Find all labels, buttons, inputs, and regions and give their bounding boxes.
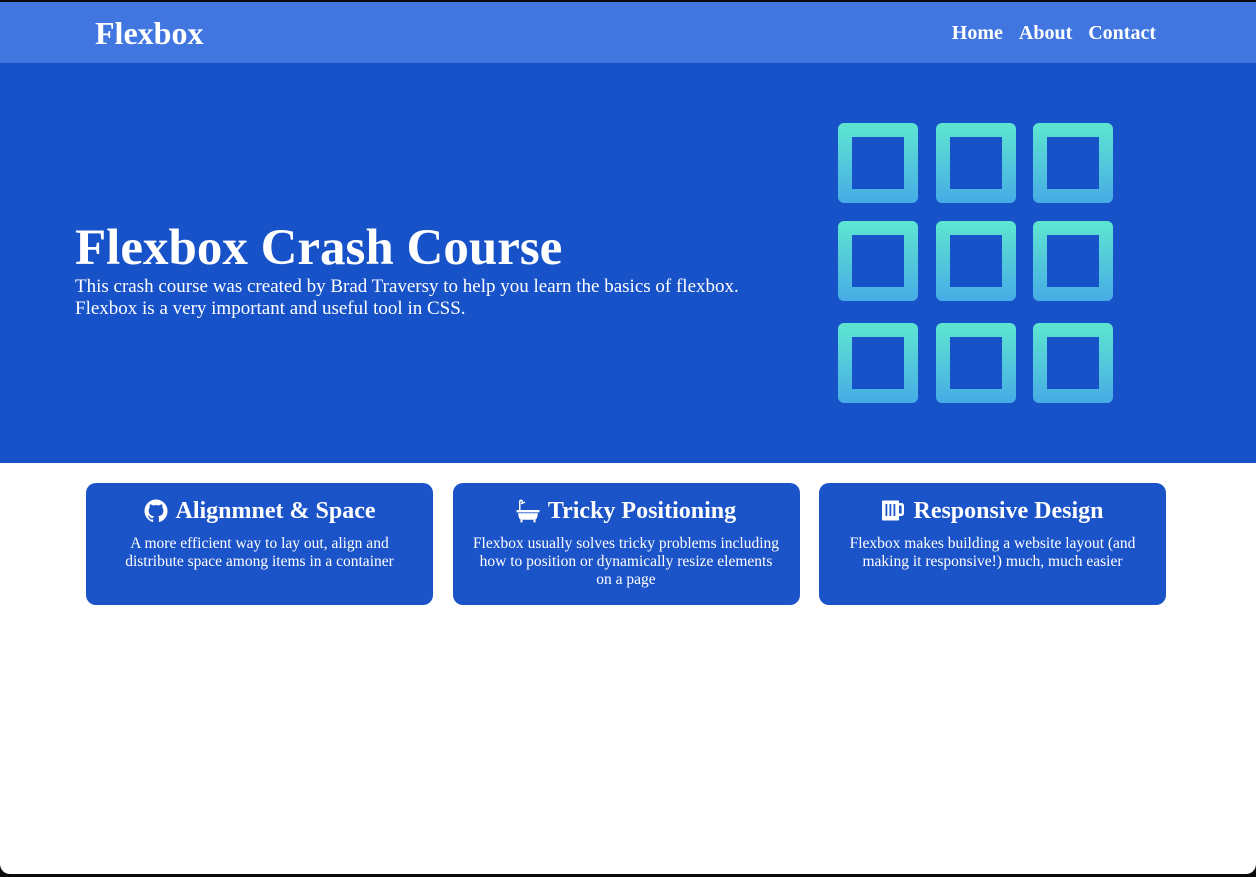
feature-description: A more efficient way to lay out, align a… — [125, 535, 394, 570]
browser-window: Flexbox Home About Contact Flexbox Crash… — [0, 2, 1256, 874]
nav-links: Home About Contact — [952, 21, 1156, 45]
feature-heading-text: Responsive Design — [913, 498, 1104, 524]
grid-icon — [838, 123, 1114, 405]
hero-section: Flexbox Crash Course This crash course w… — [0, 63, 1256, 463]
site-logo[interactable]: Flexbox — [95, 14, 203, 52]
feature-box-alignment: Alignmnet & Space A more efficient way t… — [86, 483, 433, 605]
nav-link-about[interactable]: About — [1019, 21, 1072, 45]
beer-mug-icon — [881, 499, 905, 523]
hero-title: Flexbox Crash Course — [75, 220, 563, 276]
bath-icon — [516, 499, 540, 523]
hero-description: This crash course was created by Brad Tr… — [75, 276, 739, 319]
feature-boxes: Alignmnet & Space A more efficient way t… — [86, 483, 1166, 605]
feature-heading: Responsive Design — [819, 496, 1166, 526]
feature-description: Flexbox makes building a website layout … — [849, 535, 1136, 570]
nav-link-home[interactable]: Home — [952, 21, 1003, 45]
github-icon — [144, 499, 168, 523]
feature-description: Flexbox usually solves tricky problems i… — [472, 535, 780, 588]
feature-heading: Tricky Positioning — [453, 496, 800, 526]
feature-heading-text: Alignmnet & Space — [175, 498, 376, 524]
feature-box-responsive: Responsive Design Flexbox makes building… — [819, 483, 1166, 605]
feature-box-positioning: Tricky Positioning Flexbox usually solve… — [452, 483, 800, 605]
feature-heading: Alignmnet & Space — [86, 496, 433, 526]
feature-heading-text: Tricky Positioning — [547, 498, 737, 524]
navbar: Flexbox Home About Contact — [0, 2, 1256, 63]
nav-link-contact[interactable]: Contact — [1088, 21, 1156, 45]
